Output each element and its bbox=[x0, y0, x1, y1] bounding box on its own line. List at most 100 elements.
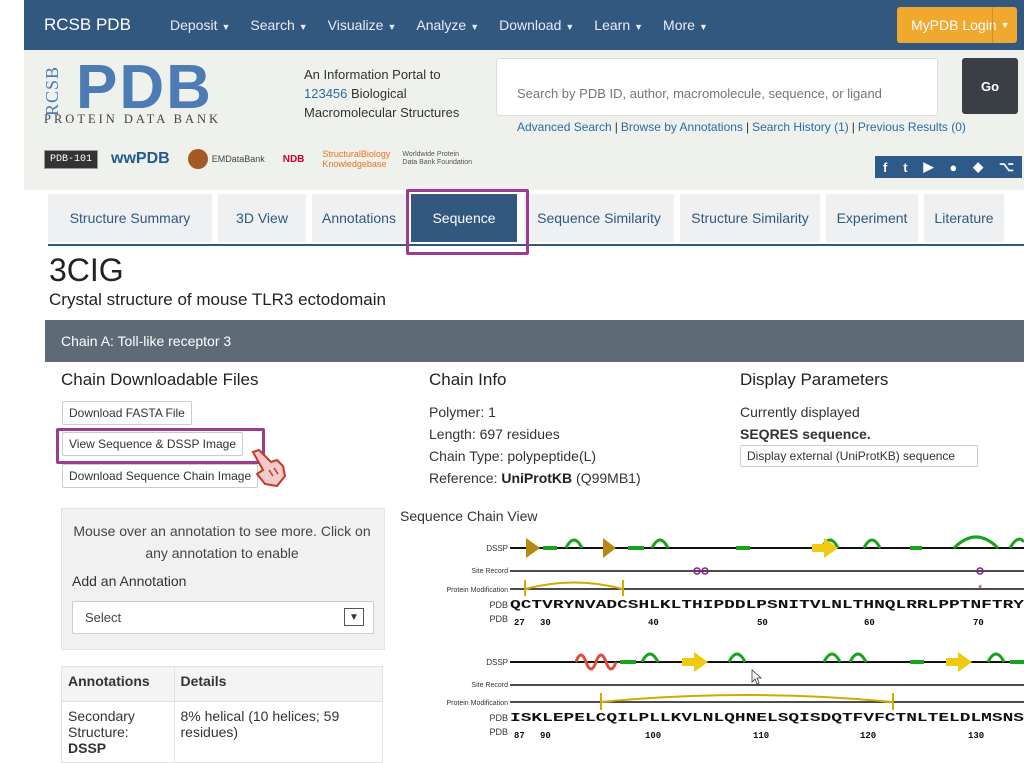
length-info: Length: 697 residues bbox=[429, 426, 560, 442]
bend-mark[interactable] bbox=[1010, 660, 1024, 664]
previous-results-link[interactable]: Previous Results (0) bbox=[858, 120, 966, 134]
nav-analyze[interactable]: Analyze ▼ bbox=[416, 17, 479, 33]
turn-mark[interactable] bbox=[862, 538, 882, 549]
turn-mark[interactable] bbox=[727, 652, 747, 663]
column-header: Annotations bbox=[61, 666, 175, 702]
turn-mark[interactable] bbox=[1008, 537, 1024, 549]
sequence-row-2[interactable]: ISKLEPELCQILPLLKVLNLQHNELSQISDQTFVFCTNLT… bbox=[510, 711, 1024, 725]
strand-arrow[interactable] bbox=[526, 538, 540, 558]
tab-3d-view[interactable]: 3D View bbox=[218, 194, 306, 242]
tab-annotations[interactable]: Annotations bbox=[312, 194, 406, 242]
social-links: f t ▶ ● ◆ ⌥ bbox=[875, 156, 1022, 178]
tab-literature[interactable]: Literature bbox=[924, 194, 1004, 242]
pdb101-logo[interactable]: PDB-101 bbox=[44, 149, 99, 169]
site-header: RCSB PDB PROTEIN DATA BANK An Informatio… bbox=[24, 50, 1024, 190]
caret-down-icon: ▼ bbox=[698, 22, 708, 32]
bend-mark[interactable] bbox=[628, 546, 644, 550]
strand-arrow[interactable] bbox=[682, 652, 708, 672]
search-history-link[interactable]: Search History (1) bbox=[752, 120, 849, 134]
sequence-view-title: Sequence Chain View bbox=[400, 508, 538, 524]
caret-down-icon: ▼ bbox=[470, 22, 480, 32]
rcsb-logo-text: RCSB bbox=[42, 65, 62, 116]
sequence-chain-view[interactable]: DSSP Site Record Protein Modification * … bbox=[398, 528, 1024, 757]
ruler-label: PDB bbox=[489, 713, 508, 723]
hand-pointer-icon bbox=[251, 448, 287, 488]
bend-mark[interactable] bbox=[736, 546, 750, 550]
facebook-icon[interactable]: f bbox=[883, 160, 887, 175]
column-header: Details bbox=[173, 666, 383, 702]
tab-structure-similarity[interactable]: Structure Similarity bbox=[680, 194, 820, 242]
bend-mark[interactable] bbox=[910, 546, 922, 550]
turn-mark[interactable] bbox=[848, 652, 868, 663]
turn-mark[interactable] bbox=[952, 535, 1000, 550]
go-button[interactable]: Go bbox=[962, 58, 1018, 114]
tab-structure-summary[interactable]: Structure Summary bbox=[48, 194, 212, 242]
youtube-icon[interactable]: ▶ bbox=[923, 159, 933, 175]
caret-down-icon: ▼ bbox=[565, 22, 575, 32]
reference-info: Reference: UniProtKB (Q99MB1) bbox=[429, 470, 641, 486]
pdb-logo[interactable]: PDB bbox=[76, 57, 213, 119]
mypdb-login-button[interactable]: MyPDB Login ▼ bbox=[897, 7, 1017, 43]
nav-visualize[interactable]: Visualize ▼ bbox=[328, 17, 397, 33]
nav-learn[interactable]: Learn ▼ bbox=[594, 17, 643, 33]
turn-mark[interactable] bbox=[640, 652, 660, 663]
nav-download[interactable]: Download ▼ bbox=[499, 17, 574, 33]
twitter-icon[interactable]: t bbox=[903, 160, 907, 175]
sbkb-logo[interactable]: StructuralBiology Knowledgebase bbox=[317, 146, 390, 172]
browse-annotations-link[interactable]: Browse by Annotations bbox=[621, 120, 743, 134]
display-uniprot-button[interactable]: Display external (UniProtKB) sequence bbox=[740, 445, 978, 467]
mouse-cursor-icon bbox=[751, 669, 763, 685]
disulfide-bond[interactable] bbox=[600, 694, 894, 703]
ndb-logo[interactable]: NDB bbox=[278, 151, 310, 168]
strand-arrow[interactable] bbox=[603, 538, 616, 558]
track-label-dssp: DSSP bbox=[486, 658, 508, 667]
annotation-select[interactable]: Select ▼ bbox=[72, 601, 374, 634]
bend-mark[interactable] bbox=[543, 546, 557, 550]
apple-icon[interactable]: ● bbox=[949, 160, 957, 175]
nav-search[interactable]: Search ▼ bbox=[250, 17, 307, 33]
ruler-number: 30 bbox=[540, 618, 551, 628]
track-label-dssp: DSSP bbox=[486, 544, 508, 553]
tab-experiment[interactable]: Experiment bbox=[826, 194, 918, 242]
strand-arrow[interactable] bbox=[946, 652, 972, 672]
wwpdb-logo[interactable]: wwPDB bbox=[106, 147, 175, 171]
caret-down-icon: ▼ bbox=[634, 22, 644, 32]
button-highlight-box bbox=[56, 428, 265, 464]
ruler-number: 50 bbox=[757, 618, 768, 628]
turn-mark[interactable] bbox=[986, 652, 1006, 663]
github-icon[interactable]: ⌥ bbox=[999, 159, 1014, 175]
globe-icon bbox=[187, 149, 208, 169]
turn-mark[interactable] bbox=[650, 538, 670, 549]
download-sequence-image-button[interactable]: Download Sequence Chain Image bbox=[62, 464, 259, 488]
ruler-number: 70 bbox=[973, 618, 984, 628]
caret-down-icon[interactable]: ▼ bbox=[992, 7, 1017, 43]
entry-title: Crystal structure of mouse TLR3 ectodoma… bbox=[49, 290, 386, 309]
emdatabank-logo[interactable]: EMDataBank bbox=[183, 146, 270, 172]
turn-mark[interactable] bbox=[564, 538, 584, 549]
android-icon[interactable]: ◆ bbox=[973, 159, 983, 175]
brand-link[interactable]: RCSB PDB bbox=[44, 15, 131, 35]
nav-menu: Deposit ▼ Search ▼ Visualize ▼ Analyze ▼ Dow… bbox=[170, 17, 728, 33]
uniprot-link[interactable]: UniProtKB bbox=[501, 470, 572, 486]
download-fasta-button[interactable]: Download FASTA File bbox=[62, 401, 192, 425]
track-label-site: Site Record bbox=[471, 568, 508, 575]
nav-deposit[interactable]: Deposit ▼ bbox=[170, 17, 230, 33]
annotations-table: Annotations Details Secondary Structure: … bbox=[61, 666, 383, 763]
bend-mark[interactable] bbox=[910, 660, 924, 664]
glycosylation-mark[interactable]: * bbox=[978, 583, 983, 595]
wwpdb-foundation-logo[interactable]: Worldwide Protein Data Bank Foundation bbox=[397, 148, 477, 170]
ruler-number: 90 bbox=[540, 731, 551, 741]
disulfide-bond[interactable] bbox=[524, 581, 624, 590]
pdb-logo-subtitle: PROTEIN DATA BANK bbox=[44, 112, 222, 126]
search-input[interactable] bbox=[515, 85, 939, 102]
table-header-row: Annotations Details bbox=[61, 666, 383, 702]
tab-sequence-similarity[interactable]: Sequence Similarity bbox=[524, 194, 674, 242]
turn-mark[interactable] bbox=[822, 652, 842, 663]
structure-count[interactable]: 123456 bbox=[304, 86, 347, 101]
advanced-search-link[interactable]: Advanced Search bbox=[517, 120, 612, 134]
caret-down-icon: ▼ bbox=[298, 22, 308, 32]
bend-mark[interactable] bbox=[620, 660, 636, 664]
nav-more[interactable]: More ▼ bbox=[663, 17, 708, 33]
sequence-row-1[interactable]: QCTVRYNVADCSHLKLTHIPDDLPSNITVLNLTHNQLRRL… bbox=[510, 598, 1024, 612]
ruler-number: 27 bbox=[514, 618, 525, 628]
